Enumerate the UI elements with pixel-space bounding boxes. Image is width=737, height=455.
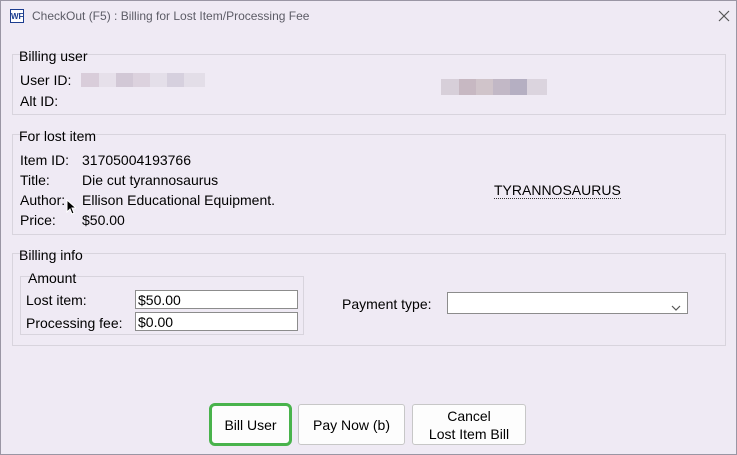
billing-info-legend: Billing info bbox=[19, 247, 83, 263]
processing-fee-label: Processing fee: bbox=[26, 315, 123, 331]
bill-user-button[interactable]: Bill User bbox=[209, 403, 292, 446]
cancel-lost-item-bill-button[interactable]: Cancel Lost Item Bill bbox=[412, 404, 526, 445]
billing-dialog: WF CheckOut (F5) : Billing for Lost Item… bbox=[0, 0, 737, 455]
user-id-redacted bbox=[81, 73, 205, 87]
close-icon[interactable] bbox=[713, 6, 735, 26]
window-title: CheckOut (F5) : Billing for Lost Item/Pr… bbox=[32, 9, 310, 23]
cancel-button-line2: Lost Item Bill bbox=[428, 425, 510, 442]
user-name-redacted bbox=[441, 79, 547, 95]
lost-item-amount-input[interactable] bbox=[135, 290, 298, 309]
user-id-label: User ID: bbox=[20, 72, 72, 88]
title-bar: WF CheckOut (F5) : Billing for Lost Item… bbox=[1, 1, 736, 32]
author-value: Ellison Educational Equipment. bbox=[82, 192, 276, 208]
billing-user-legend: Billing user bbox=[19, 48, 88, 64]
amount-legend: Amount bbox=[28, 270, 77, 286]
processing-fee-input[interactable] bbox=[135, 312, 298, 331]
item-id-label: Item ID: bbox=[20, 152, 70, 168]
app-logo-icon: WF bbox=[10, 9, 24, 23]
chevron-down-icon bbox=[671, 299, 681, 315]
item-title-link[interactable]: TYRANNOSAURUS bbox=[494, 183, 621, 199]
payment-type-select[interactable] bbox=[447, 292, 688, 314]
item-id-value: 31705004193766 bbox=[82, 152, 192, 168]
author-label: Author: bbox=[20, 192, 66, 208]
lost-item-legend: For lost item bbox=[19, 128, 97, 144]
title-value: Die cut tyrannosaurus bbox=[82, 172, 219, 188]
alt-id-label: Alt ID: bbox=[20, 93, 59, 109]
bill-user-button-label: Bill User bbox=[224, 416, 277, 433]
title-label: Title: bbox=[20, 172, 50, 188]
pay-now-button-label: Pay Now (b) bbox=[312, 416, 391, 433]
payment-type-label: Payment type: bbox=[342, 296, 432, 312]
lost-item-amount-label: Lost item: bbox=[26, 292, 87, 308]
price-label: Price: bbox=[20, 212, 56, 228]
pay-now-button[interactable]: Pay Now (b) bbox=[298, 404, 405, 445]
mouse-cursor-icon bbox=[66, 198, 78, 218]
price-value: $50.00 bbox=[82, 212, 125, 228]
cancel-button-line1: Cancel bbox=[447, 407, 491, 424]
